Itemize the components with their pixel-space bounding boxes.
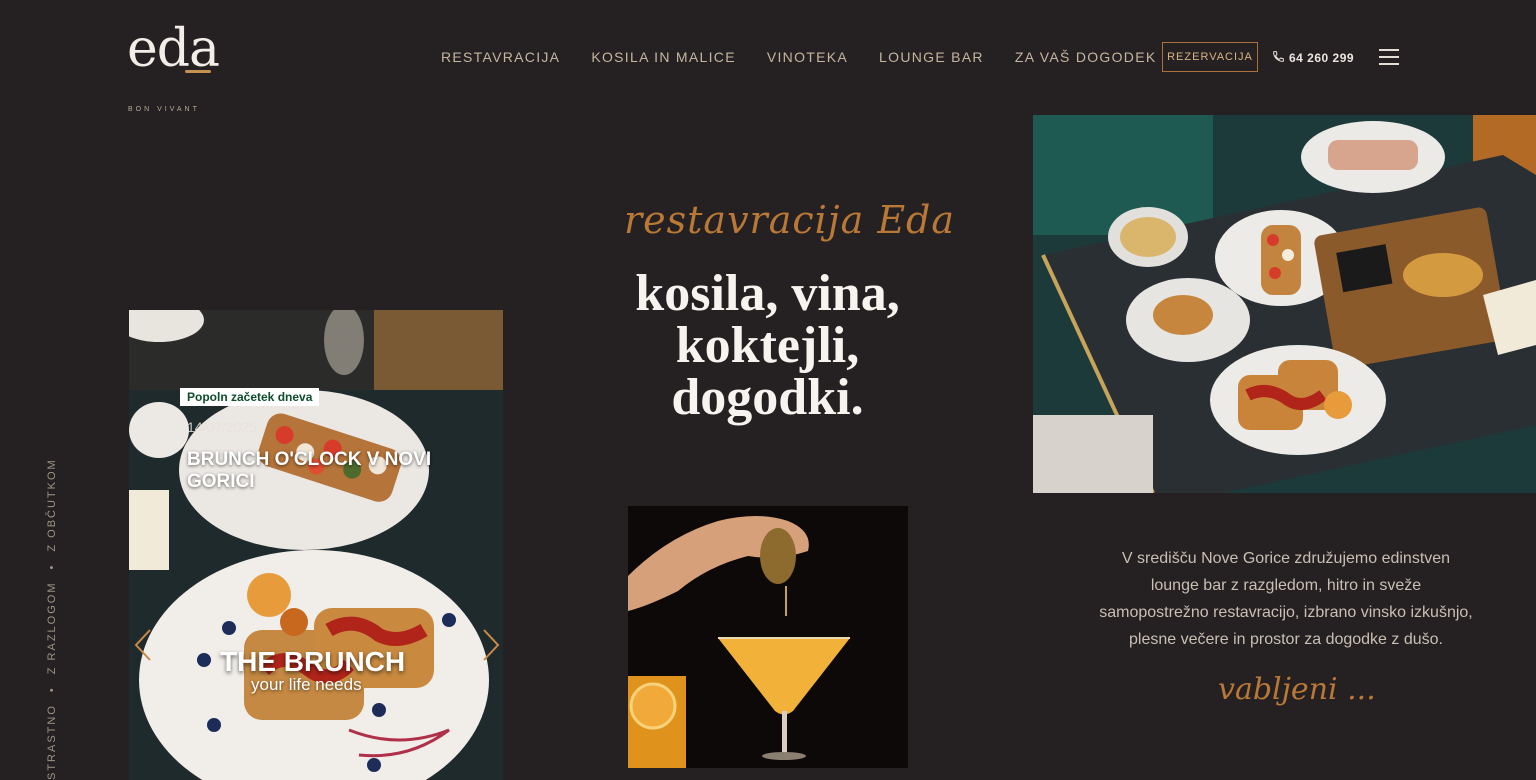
logo-underline — [185, 70, 211, 73]
chevron-right-icon[interactable] — [480, 628, 502, 662]
side-separator: • — [46, 563, 58, 570]
hero-headline: kosila, vina, koktejli, dogodki. — [600, 268, 935, 424]
side-text-3: Z OBČUTKOM — [46, 458, 58, 552]
nav-item-vinoteka[interactable]: VINOTEKA — [767, 49, 848, 65]
table-spread-image — [1033, 115, 1536, 493]
cocktail-image — [628, 506, 908, 768]
hero-line-1: kosila, vina, — [635, 265, 900, 322]
hero-script-title: restavracija Eda — [624, 198, 956, 242]
side-separator: • — [46, 686, 58, 693]
phone-number: 64 260 299 — [1289, 51, 1355, 65]
side-text-2: Z RAZLOGOM — [46, 581, 58, 675]
nav-item-lounge-bar[interactable]: LOUNGE BAR — [879, 49, 984, 65]
intro-paragraph: V središču Nove Gorice združujemo edinst… — [1099, 550, 1473, 648]
reservation-button[interactable]: REZERVACIJA — [1162, 42, 1258, 72]
logo[interactable]: eda BON VIVANT — [127, 19, 220, 113]
nav-item-restavracija[interactable]: RESTAVRACIJA — [441, 49, 560, 65]
welcome-script: vabljeni ... — [1218, 672, 1376, 707]
slide-category-tag[interactable]: Popoln začetek dneva — [180, 388, 320, 406]
side-text-1: STRASTNO — [46, 704, 58, 780]
hero-line-2: koktejli, — [675, 317, 860, 374]
hero-line-3: dogodki. — [671, 369, 864, 426]
brunch-image-headline: THE BRUNCH — [220, 646, 406, 677]
brunch-image-subline: your life needs — [251, 675, 362, 694]
logo-tagline: BON VIVANT — [128, 106, 200, 113]
brunch-slider-image — [129, 310, 503, 780]
nav-item-kosila-in-malice[interactable]: KOSILA IN MALICE — [591, 49, 736, 65]
slide-title[interactable]: BRUNCH O'CLOCK V NOVI GORICI — [187, 449, 457, 493]
nav-item-za-vas-dogodek[interactable]: ZA VAŠ DOGODEK — [1015, 49, 1157, 65]
side-tagline: STRASTNO • Z RAZLOGOM • Z OBČUTKOM — [46, 458, 58, 780]
main-nav: RESTAVRACIJA KOSILA IN MALICE VINOTEKA L… — [441, 49, 1188, 65]
slide-date: 14/07/2025 — [187, 419, 258, 435]
phone-link[interactable]: 64 260 299 — [1272, 50, 1354, 66]
phone-icon — [1272, 50, 1285, 66]
chevron-left-icon[interactable] — [132, 628, 154, 662]
hamburger-menu-icon[interactable] — [1379, 49, 1399, 65]
logo-mark: eda — [127, 19, 220, 79]
